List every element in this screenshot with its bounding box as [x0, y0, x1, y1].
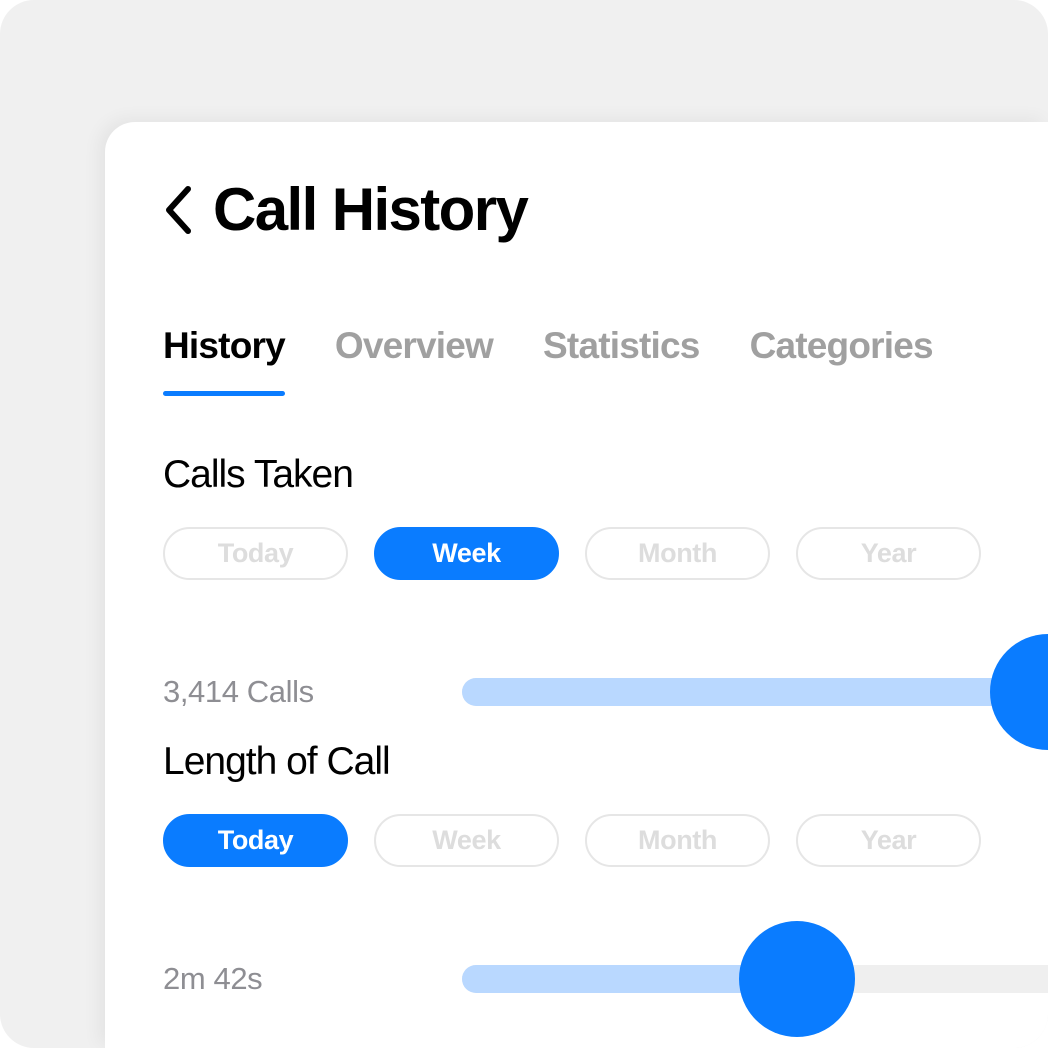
- app-screen: Call History History Overview Statistics…: [0, 0, 1048, 1048]
- slider-value-label: 3,414 Calls: [163, 674, 314, 709]
- slider-thumb[interactable]: [738, 921, 855, 1037]
- range-selector-calls-taken: Today Week Month Year: [163, 527, 1048, 580]
- section-title: Calls Taken: [163, 453, 354, 496]
- tab-overview[interactable]: Overview: [335, 327, 494, 396]
- range-pill-today[interactable]: Today: [163, 527, 348, 580]
- slider-length-of-call: 2m 42s: [163, 921, 1048, 1037]
- section-length-of-call: Length of Call Today Week Month Year 2m …: [163, 742, 1048, 1037]
- range-selector-length-of-call: Today Week Month Year: [163, 814, 1048, 867]
- tab-history[interactable]: History: [163, 327, 286, 396]
- range-pill-today[interactable]: Today: [163, 814, 348, 867]
- range-pill-week[interactable]: Week: [374, 814, 559, 867]
- range-pill-year[interactable]: Year: [796, 527, 981, 580]
- tab-categories[interactable]: Categories: [750, 327, 934, 396]
- range-pill-week[interactable]: Week: [374, 527, 559, 580]
- section-calls-taken: Calls Taken Today Week Month Year 3,414 …: [163, 455, 1048, 750]
- tab-statistics[interactable]: Statistics: [543, 327, 700, 396]
- section-title: Length of Call: [163, 740, 391, 783]
- range-pill-month[interactable]: Month: [585, 814, 770, 867]
- slider-track[interactable]: [462, 634, 1048, 750]
- page-header: Call History: [163, 176, 529, 243]
- slider-fill: [462, 678, 1048, 706]
- range-pill-month[interactable]: Month: [585, 527, 770, 580]
- slider-thumb[interactable]: [990, 634, 1048, 750]
- call-history-card: Call History History Overview Statistics…: [105, 122, 1048, 1048]
- slider-value-label: 2m 42s: [163, 961, 263, 996]
- page-title: Call History: [213, 176, 529, 243]
- slider-calls-taken: 3,414 Calls: [163, 634, 1048, 750]
- range-pill-year[interactable]: Year: [796, 814, 981, 867]
- tab-bar: History Overview Statistics Categories: [163, 327, 934, 396]
- chevron-left-icon[interactable]: [163, 185, 193, 235]
- slider-track[interactable]: [462, 921, 1048, 1037]
